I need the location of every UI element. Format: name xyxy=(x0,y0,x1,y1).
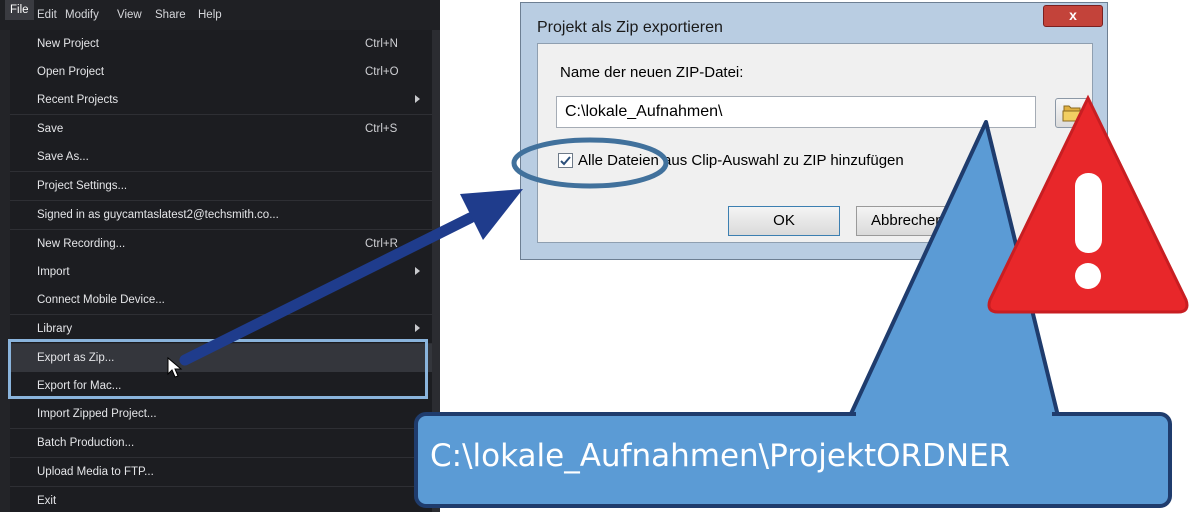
callout-text: C:\lokale_Aufnahmen\ProjektORDNER xyxy=(430,438,1011,474)
callout-seam xyxy=(856,408,1052,418)
